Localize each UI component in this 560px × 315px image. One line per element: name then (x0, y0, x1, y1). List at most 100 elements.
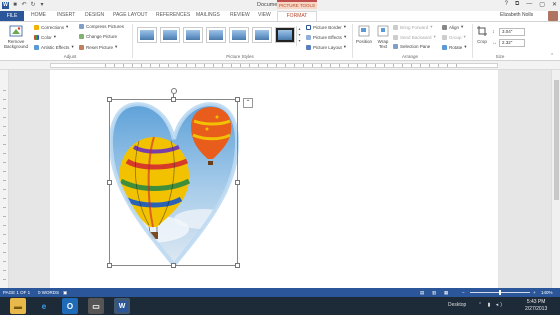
change-picture-button[interactable]: Change Picture (79, 34, 117, 39)
picture-style-1[interactable] (137, 27, 157, 43)
resize-handle-left[interactable] (107, 180, 112, 185)
page-count[interactable]: PAGE 1 OF 1 (3, 290, 30, 295)
collapse-ribbon-icon[interactable]: ⌃ (550, 53, 554, 59)
tab-file[interactable]: FILE (0, 11, 24, 21)
desktop-toolbar[interactable]: Desktop (448, 302, 466, 308)
zoom-in-icon[interactable]: + (533, 290, 536, 295)
arrange-group-label: Arrange (401, 54, 418, 59)
resize-handle-top-right[interactable] (235, 97, 240, 102)
resize-handle-bottom-left[interactable] (107, 263, 112, 268)
group-button[interactable]: Group ▾ (442, 34, 466, 40)
picture-style-4[interactable] (206, 27, 226, 43)
rotate-icon (442, 44, 447, 50)
picture-layout-button[interactable]: Picture Layout ▾ (306, 44, 346, 50)
tab-insert[interactable]: INSERT (57, 12, 75, 18)
user-name[interactable]: Elizabeth Nolls (500, 12, 533, 18)
avatar[interactable] (548, 11, 558, 21)
picture-style-6[interactable] (252, 27, 272, 43)
shape-height-input[interactable]: 3.04" (499, 28, 525, 36)
picture-style-3[interactable] (183, 27, 203, 43)
layout-options-icon[interactable]: ⌃ (243, 98, 253, 108)
tab-design[interactable]: DESIGN (85, 12, 104, 18)
align-icon (442, 24, 447, 30)
help-button[interactable]: ? (505, 1, 508, 8)
gallery-scroll[interactable]: ▴ ▾ ▾ (296, 26, 302, 46)
change-picture-icon (79, 34, 84, 39)
maximize-button[interactable]: ▢ (539, 1, 545, 8)
system-tray[interactable]: ⌃ ▮ ◂) (478, 302, 504, 308)
adjust-group-label: Adjust (63, 54, 77, 59)
title-bar: W ■ ↶ ↻ ▾ Document1 - Word PICTURE TOOLS… (0, 0, 560, 11)
zoom-out-icon[interactable]: − (462, 290, 465, 295)
picture-style-7[interactable] (275, 27, 295, 43)
vertical-ruler[interactable] (0, 70, 9, 288)
crop-button[interactable]: Crop (475, 25, 489, 44)
close-button[interactable]: ✕ (552, 1, 557, 8)
clock[interactable]: 5:43 PM 2/27/2013 (525, 299, 547, 313)
compress-pictures-button[interactable]: Compress Pictures (79, 24, 124, 29)
word-count[interactable]: 0 WORDS (38, 290, 59, 295)
size-group-label: Size (495, 54, 505, 59)
ribbon-display-button[interactable]: ⧉ (515, 1, 519, 8)
resize-handle-bottom-right[interactable] (235, 263, 240, 268)
outlook-icon[interactable]: O (62, 298, 78, 314)
reset-picture-button[interactable]: Reset Picture ▾ (79, 44, 117, 50)
picture-layout-icon (306, 44, 311, 50)
picture-styles-group-label: Picture Styles (226, 54, 254, 59)
picture-border-button[interactable]: Picture Border ▾ (306, 24, 346, 30)
picture-style-2[interactable] (160, 27, 180, 43)
shape-width-input[interactable]: 2.32" (499, 39, 525, 47)
position-icon (358, 25, 370, 37)
remove-background-button[interactable]: Remove Background (2, 25, 30, 49)
picture-effects-icon (306, 34, 311, 40)
bring-forward-icon (393, 24, 398, 30)
selection-pane-icon (393, 44, 398, 49)
zoom-level[interactable]: 140% (541, 290, 553, 295)
tab-review[interactable]: REVIEW (230, 12, 250, 18)
picture-styles-gallery (137, 26, 302, 48)
tab-mailings[interactable]: MAILINGS (196, 12, 220, 18)
word-icon[interactable]: W (114, 298, 130, 314)
rotate-button[interactable]: Rotate ▾ (442, 44, 467, 50)
web-layout-icon[interactable]: ▦ (444, 290, 448, 296)
crop-icon (477, 26, 487, 36)
corrections-button[interactable]: Corrections ▾ (34, 24, 68, 30)
rotate-handle[interactable] (171, 88, 177, 94)
minimize-button[interactable]: — (526, 1, 532, 8)
color-icon (34, 34, 39, 40)
proofing-icon[interactable]: ▣ (63, 290, 67, 296)
zoom-slider-thumb[interactable] (499, 290, 501, 295)
scrollbar-thumb[interactable] (554, 80, 559, 200)
read-mode-icon[interactable]: ▤ (420, 290, 424, 296)
windows-explorer-icon[interactable]: ▭ (88, 298, 104, 314)
tab-view[interactable]: VIEW (258, 12, 271, 18)
print-layout-icon[interactable]: ▥ (432, 290, 436, 296)
picture-style-5[interactable] (229, 27, 249, 43)
color-button[interactable]: Color ▾ (34, 34, 56, 40)
ribbon-tabs: FILE HOME INSERT DESIGN PAGE LAYOUT REFE… (0, 11, 560, 21)
resize-handle-bottom[interactable] (171, 263, 176, 268)
horizontal-ruler[interactable] (0, 61, 560, 70)
bring-forward-button[interactable]: Bring Forward ▾ (393, 24, 433, 30)
tab-references[interactable]: REFERENCES (156, 12, 190, 18)
tab-page-layout[interactable]: PAGE LAYOUT (113, 12, 148, 18)
tab-format[interactable]: FORMAT (277, 11, 317, 21)
wrap-text-icon (377, 25, 389, 37)
send-backward-button[interactable]: Send Backward ▾ (393, 34, 436, 40)
picture-effects-button[interactable]: Picture Effects ▾ (306, 34, 346, 40)
folder-icon[interactable]: ▬ (10, 298, 26, 314)
group-divider (132, 24, 133, 58)
selection-pane-button[interactable]: Selection Pane (393, 44, 430, 49)
resize-handle-top-left[interactable] (107, 97, 112, 102)
resize-handle-top[interactable] (171, 97, 176, 102)
tab-home[interactable]: HOME (31, 12, 46, 18)
resize-handle-right[interactable] (235, 180, 240, 185)
internet-explorer-icon[interactable]: e (36, 298, 52, 314)
compress-icon (79, 24, 84, 29)
position-button[interactable]: Position (355, 25, 373, 44)
wrap-text-button[interactable]: Wrap Text (374, 25, 392, 49)
vertical-scrollbar[interactable] (551, 70, 560, 288)
reset-picture-icon (79, 44, 84, 50)
align-button[interactable]: Align ▾ (442, 24, 463, 30)
artistic-effects-button[interactable]: Artistic Effects ▾ (34, 44, 74, 50)
